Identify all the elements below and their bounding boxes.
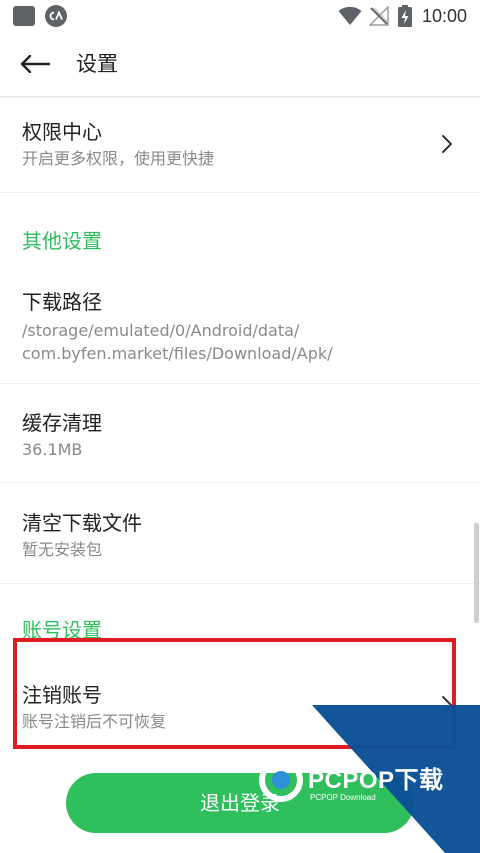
page-title: 设置: [76, 52, 118, 76]
back-button[interactable]: [14, 46, 54, 82]
account-settings-header: 账号设置: [22, 618, 102, 642]
other-settings-header: 其他设置: [22, 229, 102, 253]
cache-cleanup-item[interactable]: 缓存清理 36.1MB: [0, 384, 480, 481]
clear-downloads-title: 清空下载文件: [22, 511, 142, 535]
wifi-icon: [338, 6, 362, 25]
download-path-item[interactable]: 下载路径 /storage/emulated/0/Android/data/ c…: [0, 277, 480, 382]
app-bar: 设置: [0, 32, 480, 97]
download-path-line1: /storage/emulated/0/Android/data/: [22, 321, 300, 340]
app-square-icon: [13, 6, 35, 26]
chevron-right-icon: [442, 696, 452, 714]
arrow-left-icon: [20, 55, 50, 73]
download-path-line2: com.byfen.market/files/Download/Apk/: [22, 344, 333, 363]
permission-center-title: 权限中心: [22, 120, 102, 144]
clear-downloads-subtitle: 暂无安装包: [22, 540, 103, 559]
cancel-account-subtitle: 账号注销后不可恢复: [22, 712, 167, 731]
logout-button[interactable]: 退出登录: [66, 773, 414, 833]
settings-list: 权限中心 开启更多权限，使用更快捷 其他设置 下载路径 /storage/emu…: [0, 97, 480, 853]
status-time: 10:00: [422, 6, 468, 26]
status-bar: 10:00: [0, 0, 480, 32]
clear-downloads-item[interactable]: 清空下载文件 暂无安装包: [0, 483, 480, 583]
app-ca-icon: [45, 5, 67, 27]
logout-label: 退出登录: [200, 791, 280, 815]
divider: [0, 192, 480, 193]
cancel-account-item[interactable]: 注销账号 账号注销后不可恢复: [0, 657, 480, 747]
cache-size: 36.1MB: [22, 440, 83, 459]
chevron-right-icon: [442, 135, 452, 153]
cache-cleanup-title: 缓存清理: [22, 411, 102, 435]
cancel-account-title: 注销账号: [22, 683, 102, 707]
no-signal-icon: [369, 6, 389, 26]
battery-charging-icon: [398, 5, 412, 27]
permission-center-item[interactable]: 权限中心 开启更多权限，使用更快捷: [0, 97, 480, 192]
scrollbar[interactable]: [474, 523, 479, 623]
divider: [0, 583, 480, 584]
permission-center-subtitle: 开启更多权限，使用更快捷: [22, 149, 215, 168]
download-path-title: 下载路径: [22, 290, 102, 314]
